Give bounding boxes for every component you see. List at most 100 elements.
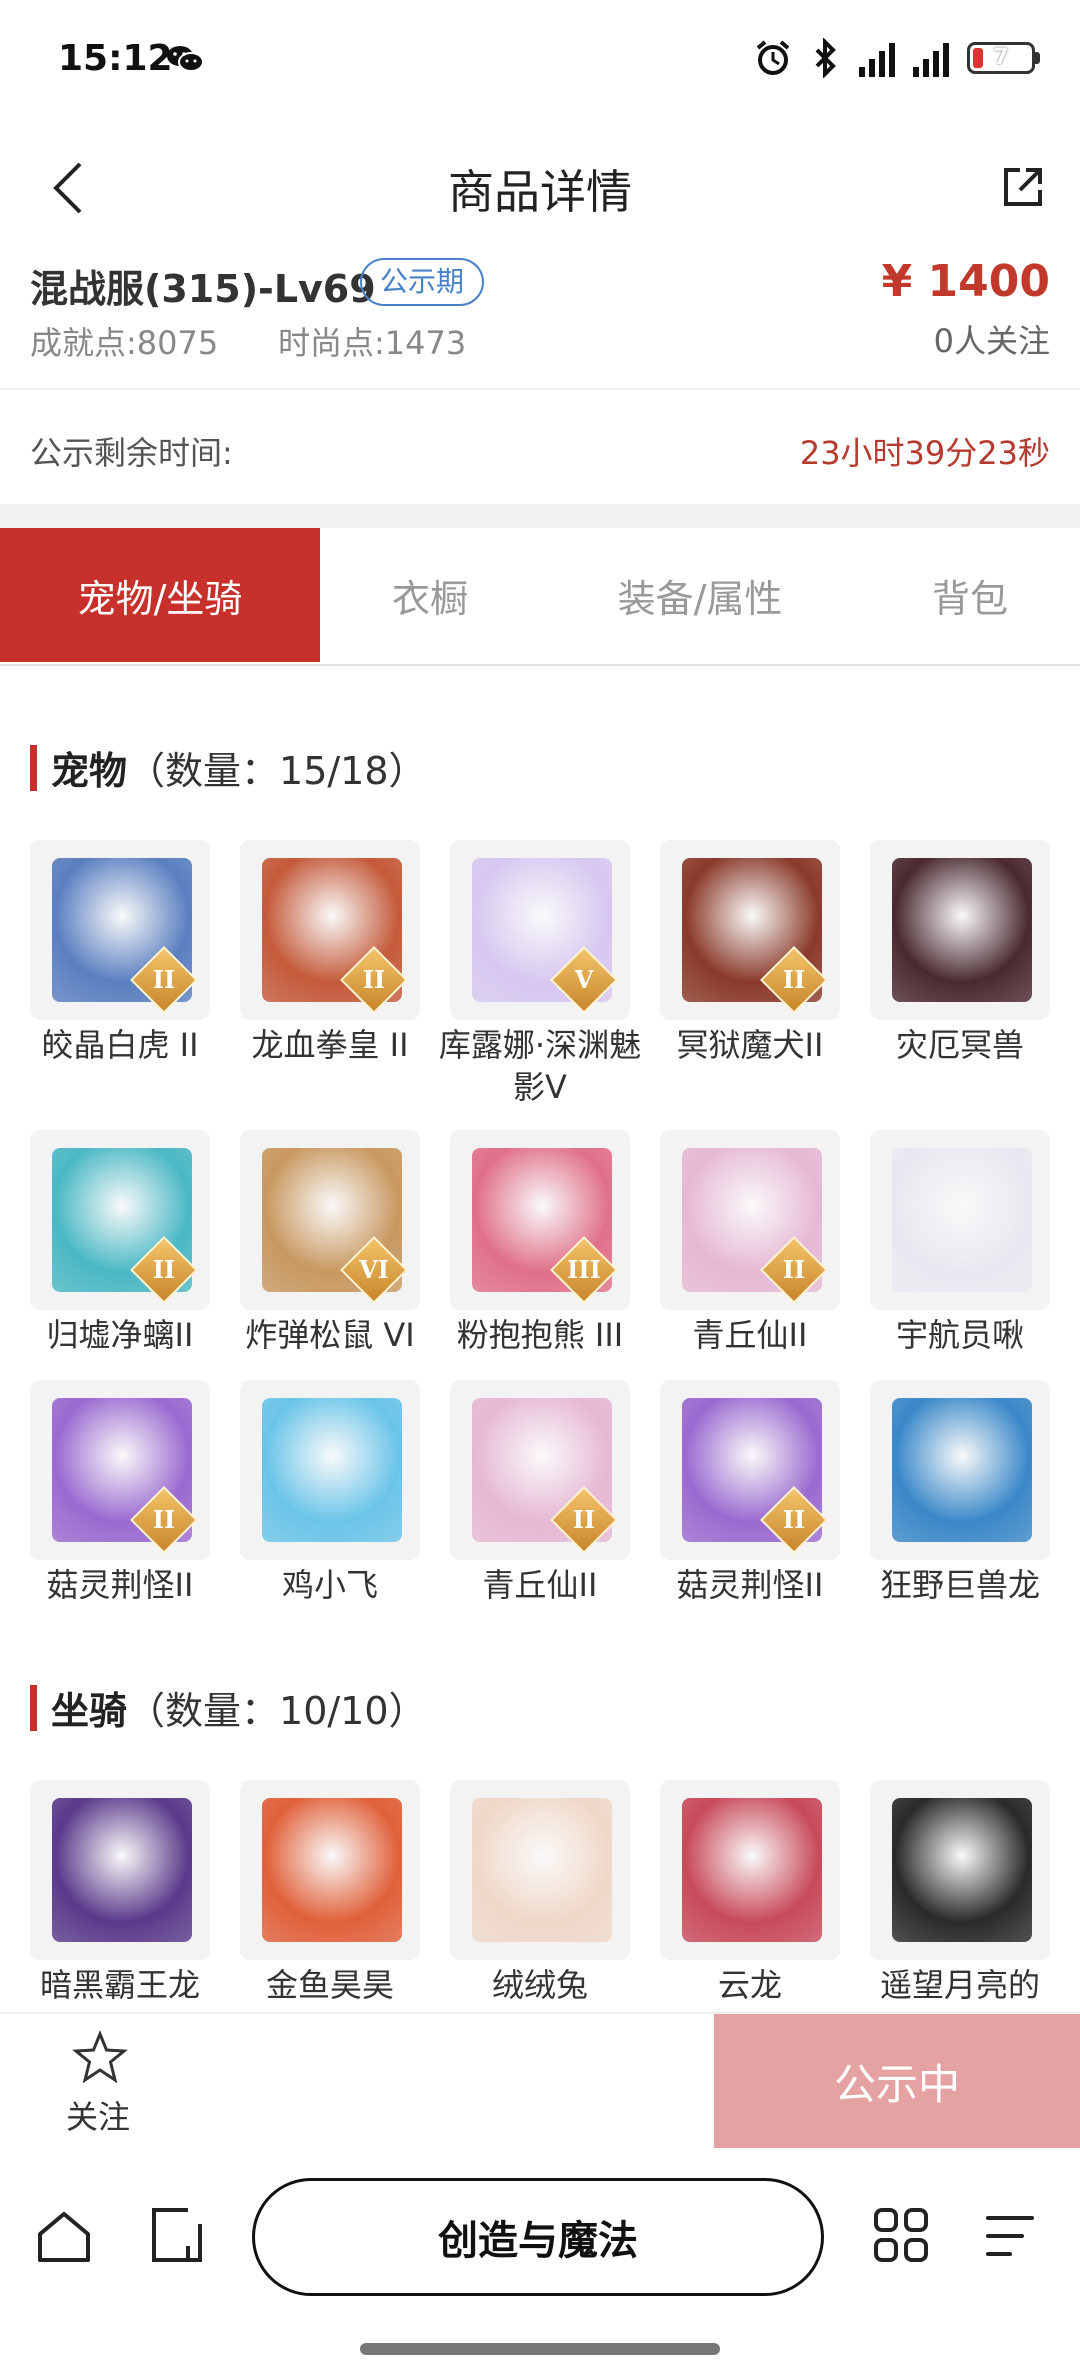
mount-card[interactable]: 云龙 — [660, 1780, 840, 2006]
item-artwork — [892, 1398, 1032, 1542]
bluetooth-icon — [815, 38, 836, 78]
grid-icon[interactable] — [872, 2206, 930, 2264]
mount-card[interactable]: 暗黑霸王龙 — [30, 1780, 210, 2006]
pet-card[interactable]: 灾厄冥兽 — [870, 840, 1050, 1066]
pet-card[interactable]: II 皎晶白虎 II — [30, 840, 210, 1066]
item-thumbnail: II — [660, 1130, 840, 1310]
status-time: 15:12 — [58, 38, 173, 79]
item-artwork — [892, 858, 1032, 1002]
item-thumbnail — [870, 1780, 1050, 1960]
mount-card[interactable]: 遥望月亮的 — [870, 1780, 1050, 2006]
pet-card[interactable]: V 库露娜·深渊魅影V — [439, 840, 641, 1108]
public-status-button[interactable]: 公示中 — [714, 2014, 1080, 2148]
wechat-icon — [167, 46, 204, 72]
fashion-points: 时尚点:1473 — [278, 324, 467, 362]
home-indicator — [360, 2343, 720, 2355]
item-thumbnail: II — [30, 1130, 210, 1310]
item-artwork — [472, 1798, 612, 1942]
item-name: 金鱼昊昊 — [265, 1966, 394, 2004]
rank-badge-label: II — [782, 1255, 806, 1284]
achievement-points: 成就点:8075 — [30, 324, 219, 362]
item-thumbnail: II — [450, 1380, 630, 1560]
menu-icon[interactable] — [982, 2212, 1038, 2260]
pet-card[interactable]: VI 炸弹松鼠 VI — [240, 1130, 420, 1356]
pet-card[interactable]: II 归墟净螭II — [30, 1130, 210, 1356]
pet-card[interactable]: III 粉抱抱熊 III — [450, 1130, 630, 1356]
price: ¥ 1400 — [881, 256, 1050, 307]
item-thumbnail — [450, 1780, 630, 1960]
item-name: 暗黑霸王龙 — [39, 1966, 200, 2004]
item-thumbnail — [870, 1380, 1050, 1560]
item-thumbnail — [30, 1780, 210, 1960]
battery-icon: 7 — [967, 42, 1040, 74]
pet-card[interactable]: II 冥狱魔犬II — [660, 840, 840, 1066]
pet-card[interactable]: II 龙血拳皇 II — [240, 840, 420, 1066]
alarm-icon — [756, 40, 790, 75]
tab-equipment[interactable]: 装备/属性 — [540, 528, 860, 662]
item-name: 皎晶白虎 II — [41, 1026, 199, 1064]
share-icon[interactable] — [1000, 164, 1046, 210]
rank-badge-label: II — [152, 965, 176, 994]
rank-badge-label: III — [567, 1255, 601, 1284]
follow-button-label[interactable]: 关注 — [66, 2092, 130, 2138]
item-name: 灾厄冥兽 — [895, 1026, 1024, 1064]
item-artwork — [52, 1798, 192, 1942]
item-name: 云龙 — [717, 1966, 782, 2004]
item-thumbnail: II — [660, 1380, 840, 1560]
status-badge: 公示期 — [360, 258, 485, 306]
follower-count: 0人关注 — [933, 322, 1050, 360]
item-name: 鸡小飞 — [281, 1566, 378, 1604]
rank-badge-label: II — [782, 1505, 806, 1534]
remaining-time-value: 23小时39分23秒 — [799, 434, 1050, 472]
item-thumbnail — [660, 1780, 840, 1960]
product-name: 混战服(315)-Lv69 — [30, 267, 376, 311]
pet-card[interactable]: II 青丘仙II — [660, 1130, 840, 1356]
item-name: 菇灵荆怪II — [46, 1566, 194, 1604]
pet-card[interactable]: II 青丘仙II — [450, 1380, 630, 1606]
section-gap — [0, 504, 1080, 528]
item-thumbnail: VI — [240, 1130, 420, 1310]
status-icons: 7 — [753, 38, 1040, 78]
pet-card[interactable]: 狂野巨兽龙 — [870, 1380, 1050, 1606]
mount-card[interactable]: 金鱼昊昊 — [240, 1780, 420, 2006]
pet-card[interactable]: II 菇灵荆怪II — [660, 1380, 840, 1606]
item-artwork — [682, 1798, 822, 1942]
item-thumbnail — [240, 1780, 420, 1960]
item-artwork — [262, 1398, 402, 1542]
signal-1-icon — [859, 39, 895, 77]
item-thumbnail: II — [30, 1380, 210, 1560]
pet-card[interactable]: 鸡小飞 — [240, 1380, 420, 1606]
pet-card[interactable]: 宇航员啾 — [870, 1130, 1050, 1356]
item-name: 归墟净螭II — [46, 1316, 194, 1354]
rank-badge-label: VI — [359, 1255, 389, 1284]
item-name: 青丘仙II — [482, 1566, 598, 1604]
rank-badge-label: II — [152, 1255, 176, 1284]
app-title-pill[interactable]: 创造与魔法 — [252, 2178, 824, 2296]
mount-card[interactable]: 绒绒兔 — [450, 1780, 630, 2006]
item-thumbnail — [870, 1130, 1050, 1310]
tab-wardrobe[interactable]: 衣橱 — [320, 528, 540, 662]
pet-card[interactable]: II 菇灵荆怪II — [30, 1380, 210, 1606]
item-name: 粉抱抱熊 III — [456, 1316, 624, 1354]
item-name: 冥狱魔犬II — [676, 1026, 824, 1064]
rank-badge-label: II — [362, 965, 386, 994]
item-thumbnail: V — [450, 840, 630, 1020]
item-name: 菇灵荆怪II — [676, 1566, 824, 1604]
item-artwork — [892, 1148, 1032, 1292]
item-thumbnail: II — [30, 840, 210, 1020]
item-artwork — [892, 1798, 1032, 1942]
item-name: 库露娜·深渊魅影V — [438, 1026, 642, 1106]
item-thumbnail — [240, 1380, 420, 1560]
remaining-time-label: 公示剩余时间: — [30, 434, 233, 472]
item-name: 狂野巨兽龙 — [879, 1566, 1040, 1604]
item-thumbnail: II — [660, 840, 840, 1020]
star-icon[interactable] — [72, 2030, 128, 2086]
item-name: 龙血拳皇 II — [251, 1026, 409, 1064]
item-name: 绒绒兔 — [491, 1966, 588, 2004]
signal-2-icon — [913, 39, 949, 77]
tabs-icon[interactable] — [148, 2206, 206, 2264]
tab-pets-mounts[interactable]: 宠物/坐骑 — [0, 528, 320, 662]
home-icon[interactable] — [36, 2208, 92, 2264]
tab-backpack[interactable]: 背包 — [860, 528, 1080, 662]
pets-section-title: 宠物 （数量：15/18） — [30, 740, 427, 795]
